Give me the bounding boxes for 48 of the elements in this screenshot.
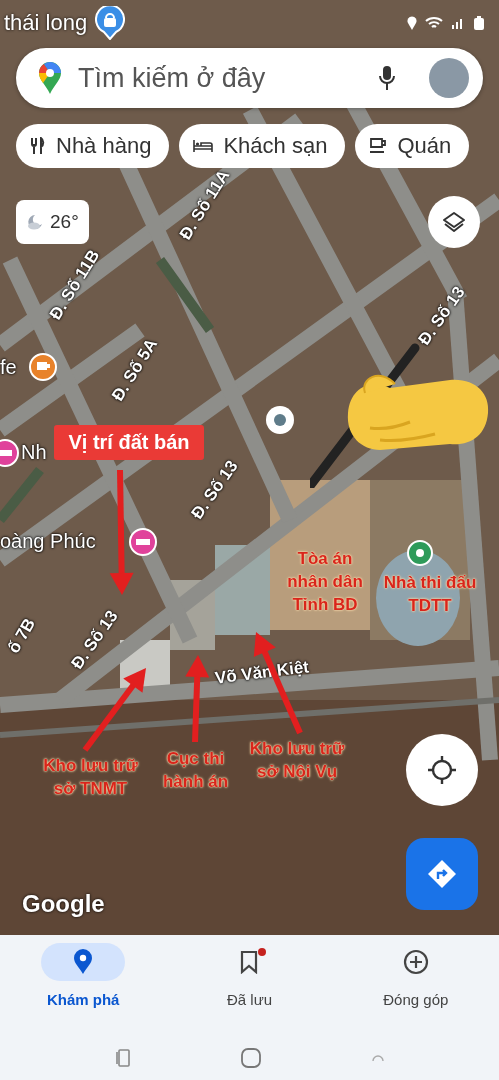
moon-cloud-icon	[26, 213, 44, 231]
map-pin-logo-icon	[38, 61, 62, 95]
category-chip[interactable]: Khách sạn	[179, 124, 346, 168]
avatar[interactable]	[429, 58, 469, 98]
battery-icon	[473, 15, 485, 31]
map-pin-icon	[73, 949, 94, 975]
home-icon[interactable]	[239, 1046, 262, 1069]
bag-pin-icon	[95, 6, 126, 40]
weather-chip[interactable]: 26°	[16, 200, 89, 244]
bed-icon	[193, 139, 214, 153]
annotation-label: Tòa án nhân dân Tỉnh BD	[286, 548, 364, 616]
search-field[interactable]: Tìm kiếm ở đây	[76, 61, 365, 95]
google-logo: Google	[22, 890, 105, 918]
street-label: Đ. Số 11A	[175, 166, 235, 244]
annotation-label: Nhà thi đấu TDTT	[382, 572, 478, 617]
street-label: Đ. Số 5A	[108, 335, 162, 405]
place-label[interactable]: Nh	[21, 441, 47, 464]
annotation-label: Cục thi hành án	[161, 748, 230, 793]
category-chip[interactable]: Quán	[355, 124, 470, 168]
annotation-label: Kho lưu trữ sở TNMT	[42, 755, 139, 800]
search-bar[interactable]: Tìm kiếm ở đây	[16, 48, 483, 108]
category-chip[interactable]: Nhà hàng	[16, 124, 170, 168]
street-label: ố 7B	[4, 615, 40, 657]
crosshair-icon	[427, 755, 457, 785]
street-label: Đ. Số 13	[67, 606, 123, 674]
street-label: Đ. Số 13	[414, 282, 470, 350]
signal-icon	[451, 16, 465, 30]
nav-tab[interactable]: Đóng góp	[332, 943, 499, 1035]
location-pin-icon[interactable]	[264, 404, 296, 436]
temperature-text: 26°	[50, 211, 79, 233]
nav-tab[interactable]: Khám phá	[0, 943, 167, 1035]
annotation-label: Vị trí đất bán	[54, 425, 204, 460]
cup-icon	[369, 137, 388, 155]
plus-circle-icon	[402, 949, 429, 975]
street-label: Võ Văn Kiệt	[213, 657, 311, 689]
bookmark-icon	[239, 950, 260, 974]
layers-icon	[442, 210, 466, 234]
place-label[interactable]: fe	[0, 356, 17, 379]
wifi-icon	[425, 16, 443, 30]
microphone-icon[interactable]	[379, 65, 395, 91]
place-label[interactable]: oàng Phúc	[0, 530, 96, 553]
status-text: thái long	[4, 10, 88, 36]
directions-button[interactable]	[406, 838, 478, 910]
location-icon	[407, 16, 417, 30]
nav-tab[interactable]: Đã lưu	[166, 943, 333, 1035]
fork-knife-icon	[30, 137, 46, 155]
turn-arrow-icon	[427, 859, 457, 889]
annotation-label: Kho lưu trữ sở Nội Vụ	[248, 738, 346, 783]
